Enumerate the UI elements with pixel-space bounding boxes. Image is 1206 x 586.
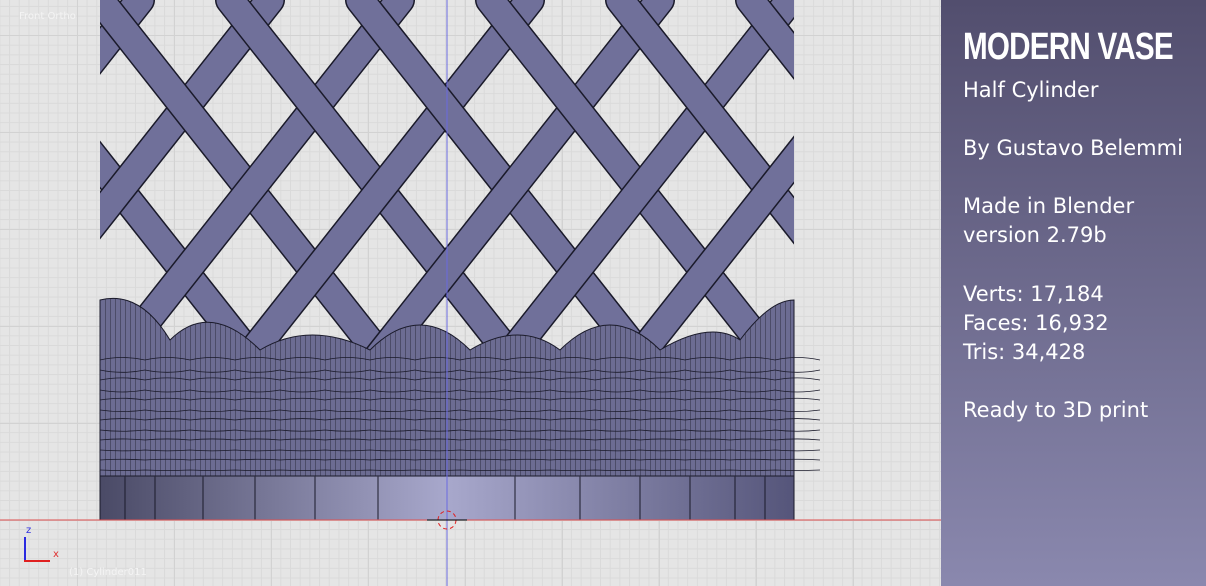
author: By Gustavo Belemmi — [963, 136, 1183, 160]
vase-mesh — [0, 0, 941, 586]
lattice-tube — [0, 0, 10, 380]
made-in: Made in Blender — [963, 194, 1135, 218]
info-panel: MODERN VASE Half Cylinder By Gustavo Bel… — [941, 0, 1206, 586]
view-label: Front Ortho — [19, 11, 76, 22]
axis-x-label: x — [53, 549, 59, 560]
3d-viewport[interactable]: Front Ortho z x (1) Cylinder011 — [0, 0, 941, 586]
lattice-tube — [0, 0, 10, 380]
faces-count: Faces: 16,932 — [963, 311, 1109, 335]
verts-count: Verts: 17,184 — [963, 282, 1104, 306]
panel-title: MODERN VASE — [963, 26, 1174, 68]
subtitle: Half Cylinder — [963, 78, 1099, 102]
status: Ready to 3D print — [963, 398, 1149, 422]
axis-z-label: z — [26, 525, 32, 536]
lattice-tube — [880, 0, 941, 380]
tris-count: Tris: 34,428 — [963, 340, 1086, 364]
lattice-tube — [880, 0, 941, 380]
object-label: (1) Cylinder011 — [69, 567, 147, 578]
version: version 2.79b — [963, 223, 1107, 247]
